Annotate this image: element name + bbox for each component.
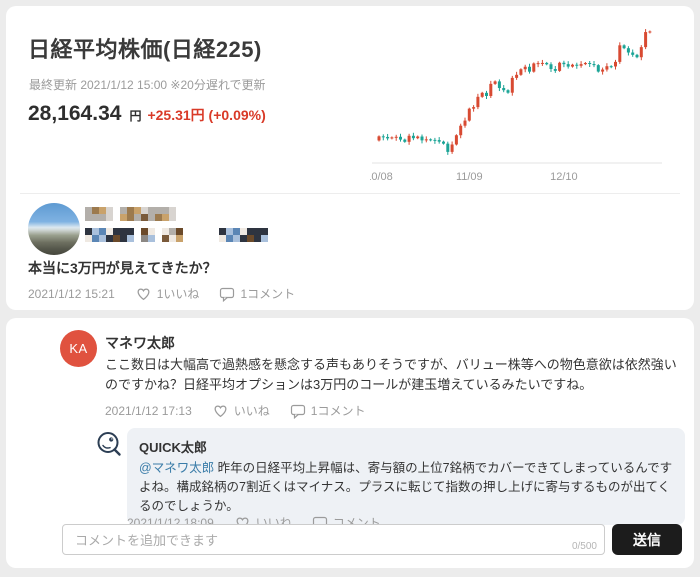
reply-text: @マネワ太郎 昨年の日経平均上昇幅は、寄与額の上位7銘柄でカバーできてしまってい…: [139, 459, 673, 516]
avatar: [28, 203, 80, 255]
like-label: いいね: [233, 404, 270, 418]
speech-bubble-icon: [290, 403, 306, 419]
comment-meta: 2021/1/12 15:21 1いいね 1コメント: [28, 285, 295, 302]
comment-timestamp: 2021/1/12 17:13: [105, 403, 192, 418]
x-tick-label: 11/09: [456, 171, 483, 183]
x-tick-label: 12/10: [550, 171, 578, 183]
like-button[interactable]: 1いいね: [135, 285, 200, 302]
x-tick-label: 10/08: [370, 171, 393, 183]
current-price: 28,164.34: [28, 102, 122, 125]
comment-button[interactable]: 1コメント: [290, 402, 366, 419]
heart-icon: [135, 285, 152, 302]
like-count-label: 1いいね: [156, 287, 200, 301]
quick-mascot-avatar: [95, 430, 123, 458]
commenter-name: マネワ太郎: [105, 335, 175, 351]
comment-text: ここ数日は大幅高で過熱感を懸念する声もありそうですが、バリュー株等への物色意欲は…: [105, 357, 677, 392]
currency-label: 円: [129, 109, 142, 123]
nikkei-quote-page: 日経平均株価(日経225) 最終更新 2021/1/12 15:00 ※20分遅…: [0, 0, 700, 577]
comment-timestamp: 2021/1/12 15:21: [28, 286, 115, 301]
like-button[interactable]: いいね: [212, 402, 270, 419]
comment-count-label: 1コメント: [310, 404, 366, 418]
send-button[interactable]: 送信: [612, 524, 682, 555]
comment-input-wrap: 0/500: [62, 524, 605, 555]
comment-input[interactable]: [73, 526, 557, 555]
price-change: +25.31円 (+0.09%): [147, 107, 266, 123]
reply-body-text: 昨年の日経平均上昇幅は、寄与額の上位7銘柄でカバーできてしまっているんですよね。…: [139, 461, 673, 513]
masked-username: [85, 207, 176, 221]
speech-bubble-icon: [219, 286, 235, 302]
comment-thread-card: KA マネワ太郎 ここ数日は大幅高で過熱感を懸念する声もありそうですが、バリュー…: [6, 318, 694, 568]
avatar-initials: KA: [60, 330, 97, 367]
candlestick-chart: 10/08 11/09 12/10: [365, 20, 682, 188]
char-counter: 0/500: [571, 541, 597, 552]
heart-icon: [212, 402, 229, 419]
quote-card: 日経平均株価(日経225) 最終更新 2021/1/12 15:00 ※20分遅…: [6, 6, 694, 310]
reply-bubble: QUICK太郎 @マネワ太郎 昨年の日経平均上昇幅は、寄与額の上位7銘柄でカバー…: [127, 428, 685, 525]
page-title: 日経平均株価(日経225): [28, 37, 262, 62]
reply-author-name: QUICK太郎: [139, 440, 207, 455]
comment-text: 本当に3万円が見えてきたか？: [28, 260, 217, 276]
comment-meta: 2021/1/12 17:13 いいね 1コメント: [105, 402, 365, 419]
comment-count-label: 1コメント: [240, 287, 296, 301]
masked-username-line2: [85, 228, 268, 242]
comment-button[interactable]: 1コメント: [219, 285, 295, 302]
divider: [20, 193, 680, 194]
mention-link[interactable]: @マネワ太郎: [139, 461, 214, 475]
last-updated-text: 最終更新 2021/1/12 15:00 ※20分遅れで更新: [29, 78, 266, 92]
price-row: 28,164.34 円 +25.31円 (+0.09%): [28, 102, 266, 126]
